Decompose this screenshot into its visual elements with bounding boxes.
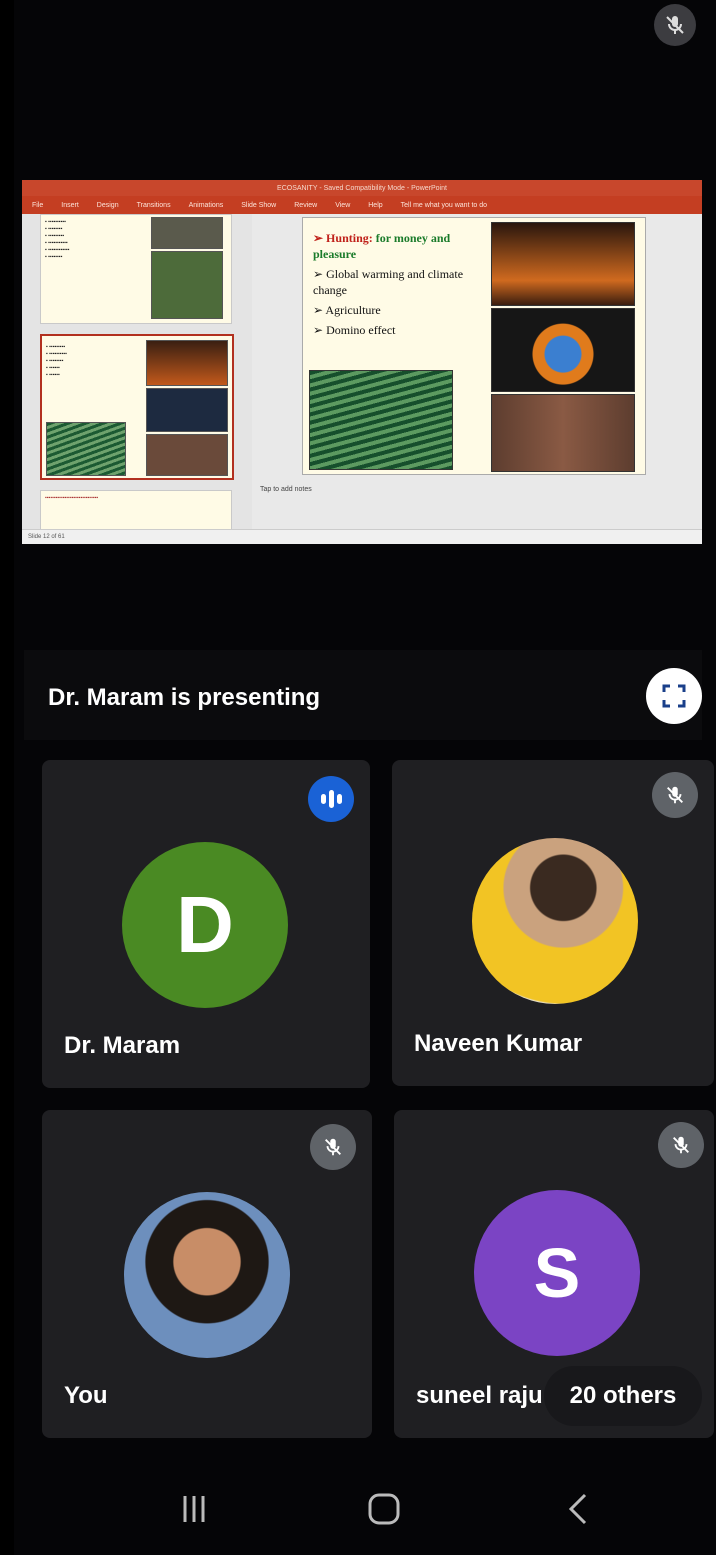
home-icon (368, 1493, 400, 1525)
ribbon-tab: Help (368, 201, 383, 209)
ribbon-tab: Tell me what you want to do (400, 201, 488, 209)
thumbnail-image (151, 217, 223, 249)
ribbon-tab: Slide Show (241, 201, 277, 209)
participant-name: Naveen Kumar (414, 1030, 583, 1057)
slide-thumbnails: ▪ ▪▪▪▪▪▪▪▪▪▪ ▪ ▪▪▪▪▪▪▪▪ ▪ ▪▪▪▪▪▪▪▪▪ ▪ ▪▪▪▪▪… (22, 214, 252, 532)
shared-screen[interactable]: ECOSANITY - Saved Compatibility Mode - P… (22, 180, 702, 544)
mic-off-icon (652, 772, 698, 818)
thumbnail-image (151, 251, 223, 319)
avatar-photo (124, 1192, 290, 1358)
ppt-title: ECOSANITY - Saved Compatibility Mode - P… (277, 184, 447, 192)
home-button[interactable] (354, 1484, 414, 1534)
slide-thumbnail-selected[interactable]: ▪ ▪▪▪▪▪▪▪▪▪ ▪ ▪▪▪▪▪▪▪▪▪▪ ▪ ▪▪▪▪▪▪▪▪ ▪ ▪▪▪▪▪… (40, 334, 234, 480)
ppt-status-bar: Slide 12 of 61 (22, 529, 702, 544)
participant-tile-dr-maram[interactable]: D Dr. Maram (42, 760, 370, 1088)
mic-off-icon (310, 1124, 356, 1170)
avatar-initial: S (533, 1234, 581, 1312)
ribbon-tab: Design (96, 201, 119, 209)
participant-tile-naveen-kumar[interactable]: Naveen Kumar (392, 760, 714, 1086)
ppt-title-bar: ECOSANITY - Saved Compatibility Mode - P… (22, 180, 702, 196)
slide-counter: Slide 12 of 61 (28, 534, 65, 540)
ribbon-tab: Review (294, 201, 318, 209)
thumbnail-image (146, 388, 228, 432)
notes-placeholder[interactable]: Tap to add notes (260, 486, 312, 493)
ribbon-tab: Insert (61, 201, 79, 209)
participant-tile-you[interactable]: You (42, 1110, 372, 1438)
thumbnail-text: ▪ ▪▪▪▪▪▪▪▪▪▪ ▪ ▪▪▪▪▪▪▪▪ ▪ ▪▪▪▪▪▪▪▪▪ ▪ ▪▪▪▪▪… (45, 219, 70, 260)
globe-fire-image (491, 308, 635, 392)
slide-bullets: ➢ Hunting: for money and pleasure ➢ Glob… (313, 230, 483, 342)
thumbnail-image (146, 340, 228, 386)
ribbon-tab: File (32, 201, 44, 209)
recent-apps-button[interactable] (164, 1484, 224, 1534)
mic-off-icon (658, 1122, 704, 1168)
back-button[interactable] (548, 1484, 608, 1534)
presenting-label: Dr. Maram is presenting (48, 684, 321, 711)
participant-name: You (64, 1382, 108, 1409)
thumbnail-image (146, 434, 228, 476)
speaking-indicator-icon (308, 776, 354, 822)
avatar-photo (472, 838, 638, 1004)
presenter-banner: Dr. Maram is presenting (24, 650, 702, 740)
slide-thumbnail: ▪▪▪▪▪▪▪▪▪▪▪▪▪▪▪▪▪▪▪▪▪▪▪▪▪▪▪▪▪▪ (40, 490, 232, 532)
mic-off-icon[interactable] (654, 4, 696, 46)
current-slide: ➢ Hunting: for money and pleasure ➢ Glob… (302, 217, 646, 475)
back-icon (568, 1493, 587, 1525)
system-nav-bar (14, 1460, 716, 1555)
thumbnail-image (46, 422, 126, 476)
recent-apps-icon (183, 1496, 205, 1522)
ribbon-tab: View (335, 201, 351, 209)
ppt-ribbon: File Insert Design Transitions Animation… (22, 196, 702, 214)
participant-name: suneel raju (416, 1382, 543, 1409)
fullscreen-button[interactable] (646, 668, 702, 724)
avatar: S (474, 1190, 640, 1356)
thumbnail-text: ▪▪▪▪▪▪▪▪▪▪▪▪▪▪▪▪▪▪▪▪▪▪▪▪▪▪▪▪▪▪ (45, 495, 99, 501)
participant-name: Dr. Maram (64, 1032, 181, 1059)
ribbon-tab: Transitions (136, 201, 171, 209)
slide-thumbnail: ▪ ▪▪▪▪▪▪▪▪▪▪ ▪ ▪▪▪▪▪▪▪▪ ▪ ▪▪▪▪▪▪▪▪▪ ▪ ▪▪▪▪▪… (40, 214, 232, 324)
bullet-global-warming: ➢ Global warming and climate change (313, 267, 464, 297)
avatar-initial: D (176, 880, 234, 969)
thumbnail-text: ▪ ▪▪▪▪▪▪▪▪▪ ▪ ▪▪▪▪▪▪▪▪▪▪ ▪ ▪▪▪▪▪▪▪▪ ▪ ▪▪▪▪▪… (46, 344, 67, 378)
bullet-hunting: ➢ Hunting: for money and pleasure (313, 231, 451, 261)
fullscreen-icon (662, 684, 686, 708)
farm-field-image (309, 370, 453, 470)
ppt-workspace: ▪ ▪▪▪▪▪▪▪▪▪▪ ▪ ▪▪▪▪▪▪▪▪ ▪ ▪▪▪▪▪▪▪▪▪ ▪ ▪▪▪▪▪… (22, 214, 702, 532)
hunters-image (491, 394, 635, 472)
ribbon-tab: Animations (188, 201, 224, 209)
bullet-agriculture: ➢ Agriculture (313, 303, 381, 317)
avatar: D (122, 842, 288, 1008)
smokestack-image (491, 222, 635, 306)
others-count-button[interactable]: 20 others (544, 1366, 702, 1426)
bullet-domino: ➢ Domino effect (313, 323, 396, 337)
